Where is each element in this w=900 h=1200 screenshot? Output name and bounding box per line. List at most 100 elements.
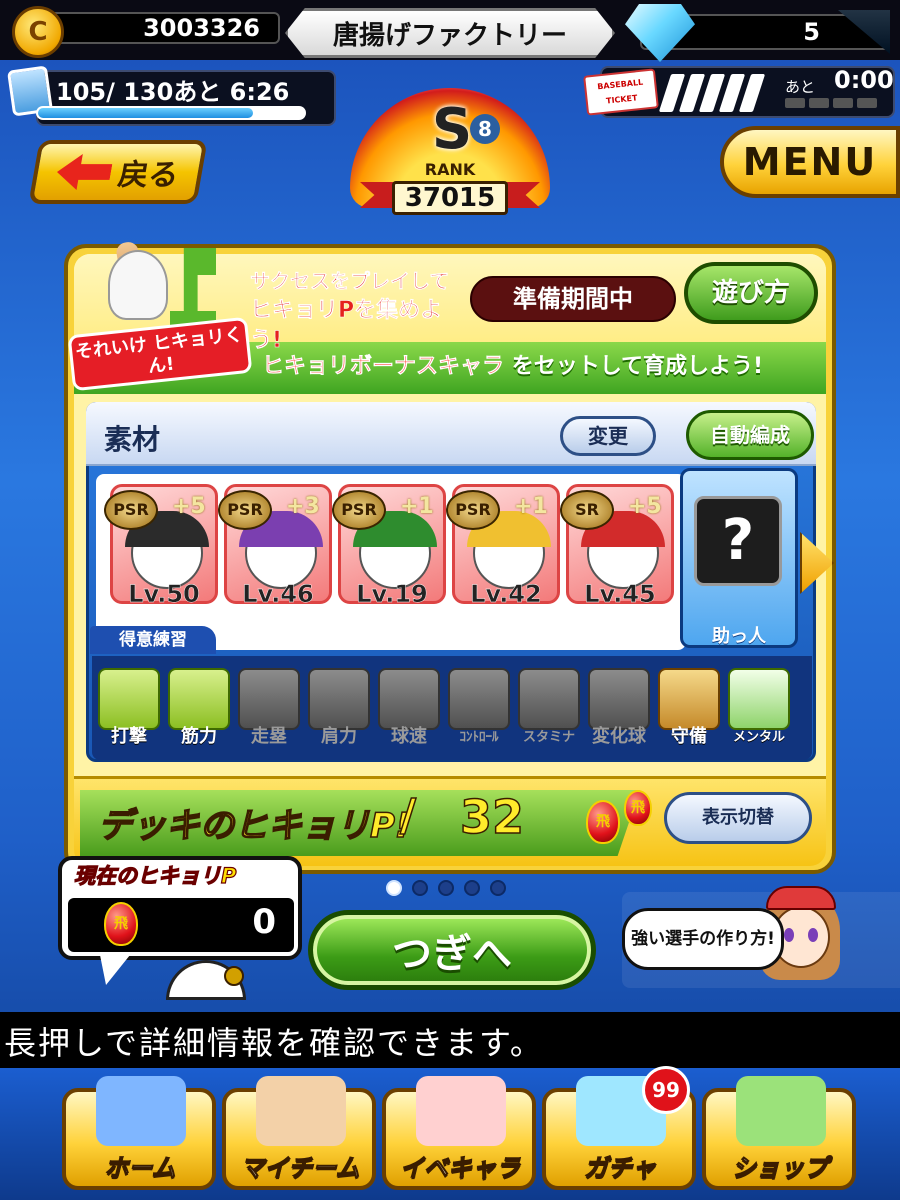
current-points-label: 現在のヒキョリP — [73, 863, 237, 888]
event-status-badge: 準備期間中 — [470, 276, 676, 322]
menu-button-label: MENU — [742, 140, 878, 184]
practice-label: 走塁 — [251, 726, 287, 747]
rank-sub-number: 8 — [470, 114, 500, 144]
rarity-badge: PSR — [218, 490, 272, 530]
nav-label: ショップ — [731, 1153, 828, 1182]
dumbbell-icon — [168, 668, 230, 730]
nav-item-event-chara[interactable]: イベキャラ — [376, 1074, 544, 1194]
rank-emblem[interactable]: S 8 RANK 37015 — [330, 78, 570, 223]
gacha-count-badge: 99 — [642, 1066, 690, 1114]
deck-points-label: デッキのヒキョリP! — [97, 805, 411, 847]
practice-label: 打撃 — [111, 726, 147, 747]
ticket-after-label: あと — [785, 78, 816, 96]
ticket-timer: 0:00 — [834, 66, 894, 94]
nav-label: イベキャラ — [399, 1153, 520, 1182]
team-name: 唐揚げファクトリー — [332, 20, 567, 51]
rarity-badge: PSR — [104, 490, 158, 530]
bonus-value: +5 — [628, 494, 662, 519]
practice-label: 変化球 — [592, 726, 646, 747]
practice-label: 球速 — [391, 726, 427, 747]
rarity-badge: PSR — [446, 490, 500, 530]
bat-icon — [98, 668, 160, 730]
menu-button[interactable]: MENU — [720, 126, 900, 198]
book-icon — [96, 1076, 186, 1146]
shoulder-icon — [308, 668, 370, 730]
rarity-badge: PSR — [332, 490, 386, 530]
display-toggle-button[interactable]: 表示切替 — [664, 792, 812, 844]
guide-girl-eye-right — [808, 928, 818, 942]
page-indicator — [386, 880, 506, 896]
nav-item-shop[interactable]: ショップ — [696, 1074, 864, 1194]
practice-label: 肩力 — [321, 726, 357, 747]
practice-label: 筋力 — [181, 726, 217, 747]
bonus-value: +1 — [400, 494, 434, 519]
change-deck-button[interactable]: 変更 — [560, 416, 656, 456]
back-button[interactable]: 戻る — [28, 140, 208, 204]
rarity-badge: SR — [560, 490, 614, 530]
bonus-value: +5 — [172, 494, 206, 519]
deck-points-slash: / — [399, 789, 417, 842]
nav-label: マイチーム — [240, 1153, 360, 1182]
bonus-chara-text: ヒキョリボーナスキャラ をセットして育成しよう! — [262, 348, 822, 380]
tire-icon — [518, 668, 580, 730]
next-button-label: つぎへ — [392, 931, 512, 977]
guide-link[interactable]: 強い選手の作り方! — [622, 908, 784, 970]
card-level: Lv.19 — [356, 580, 428, 608]
guide-girl-cap — [766, 886, 836, 910]
ticket-mini-slots — [785, 98, 877, 108]
special-practice-tab: 得意練習 — [90, 626, 216, 654]
speed-ball-icon — [378, 668, 440, 730]
deck-points-value: 32 — [459, 789, 525, 845]
bonus-value: +3 — [286, 494, 320, 519]
info-ticker-text: 長押しで詳細情報を確認できます。 — [4, 1024, 544, 1062]
deck-title: 素材 — [104, 423, 161, 456]
question-icon: ? — [694, 496, 782, 586]
bubble-tail — [100, 955, 130, 985]
event-chara-icon — [416, 1076, 506, 1146]
guide-girl-eye-left — [784, 928, 794, 942]
glove-icon — [658, 668, 720, 730]
card-level: Lv.46 — [242, 580, 314, 608]
event-cta: サクセスをプレイして ヒキョリPを集めよう! — [250, 266, 470, 356]
baseball-ticket-icon: BASEBALL TICKET — [583, 68, 659, 116]
page-dot[interactable] — [412, 880, 428, 896]
how-to-play-button[interactable]: 遊び方 — [684, 262, 818, 324]
card-level: Lv.50 — [128, 580, 200, 608]
practice-label: 守備 — [671, 726, 707, 747]
nav-item-team[interactable]: マイチーム — [216, 1074, 384, 1194]
nav-label: ホーム — [104, 1153, 176, 1182]
nav-item-book[interactable]: ホーム — [56, 1074, 224, 1194]
stamina-bar-fill — [38, 108, 253, 118]
shop-icon — [736, 1076, 826, 1146]
bonus-value: +1 — [514, 494, 548, 519]
card-level: Lv.42 — [470, 580, 542, 608]
base-icon — [238, 668, 300, 730]
event-cta-line2: ヒキョリPを集めよう! — [250, 298, 443, 354]
page-dot[interactable] — [464, 880, 480, 896]
back-button-label: 戻る — [115, 158, 182, 193]
page-dot[interactable] — [386, 880, 402, 896]
ticket-slots — [658, 74, 766, 112]
page-dot[interactable] — [438, 880, 454, 896]
coin-icon: C — [12, 6, 64, 58]
coin-count: 3003326 — [143, 14, 260, 42]
bonus-chara-emphasis: ヒキョリボーナスキャラ — [262, 354, 505, 380]
next-button[interactable]: つぎへ — [308, 910, 596, 990]
nav-label: ガチャ — [584, 1153, 657, 1182]
practice-label: メンタル — [732, 730, 785, 745]
stamina-text: 105/ 130あと 6:26 — [56, 78, 290, 106]
team-icon — [256, 1076, 346, 1146]
rank-score: 37015 — [392, 181, 508, 215]
egg-icon-small: 飛 — [624, 790, 652, 826]
practice-label: スタミナ — [522, 730, 575, 745]
gem-count: 5 — [803, 18, 820, 46]
rank-label: RANK — [424, 160, 476, 179]
auto-organize-button[interactable]: 自動編成 — [686, 410, 814, 460]
mental-icon — [728, 668, 790, 730]
page-dot[interactable] — [490, 880, 506, 896]
team-name-plate: 唐揚げファクトリー — [285, 8, 615, 58]
bonus-chara-rest: をセットして育成しよう! — [511, 354, 764, 379]
breaking-ball-icon — [588, 668, 650, 730]
mascot-icon — [108, 250, 168, 320]
target-icon — [448, 668, 510, 730]
